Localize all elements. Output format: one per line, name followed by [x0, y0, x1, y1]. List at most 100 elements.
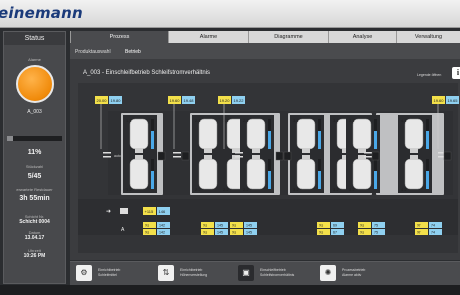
- center-marker: [364, 152, 372, 154]
- level-fill-lower: [318, 171, 321, 189]
- footer-sublabel: Höhenverstellung: [180, 273, 208, 277]
- sliders-icon: ⇅: [158, 265, 174, 281]
- schicht-value: Schicht 0004: [19, 219, 50, 225]
- tab-alarme[interactable]: Alarme: [168, 31, 248, 43]
- footer-sublabel: Schleifstromverhältnis: [260, 273, 295, 277]
- station-id-bottom: 3.2: [349, 187, 355, 192]
- center-marker: [173, 156, 181, 158]
- xs-key: Xs: [360, 224, 364, 228]
- station-id-bottom: 4.2: [401, 187, 407, 192]
- footer-bar: ⚙ Einrichtbetrieb Schleifmittel ⇅ Einrich…: [70, 261, 460, 285]
- station-id: 2.1: [195, 118, 201, 123]
- auto-label: auto: [114, 154, 121, 158]
- sensor-square: [275, 151, 284, 161]
- spinner-icon: ✺: [320, 265, 336, 281]
- lower-tool: [198, 158, 218, 190]
- alarm-indicator[interactable]: [15, 65, 54, 103]
- progress-text: 11%: [27, 149, 42, 156]
- actual-value: 19.48: [184, 98, 195, 103]
- restdauer-value: 3h 55min: [19, 195, 50, 202]
- machine-name: A_003: [27, 109, 42, 115]
- xs-key: Xs: [145, 231, 149, 235]
- center-marker: [364, 156, 372, 158]
- feed-icon: [120, 208, 128, 214]
- sensor-square: [371, 151, 380, 161]
- lower-tool-tip: [410, 155, 418, 159]
- station-id: 3.1: [333, 118, 339, 123]
- feed-arrow-icon: ➜: [106, 208, 111, 215]
- xs-value: 145: [246, 224, 252, 228]
- xs-key: Xs: [319, 224, 323, 228]
- top-bar: einemann: [0, 0, 460, 28]
- xs-key: Xs: [232, 231, 236, 235]
- lower-tool: [404, 158, 424, 190]
- station-id-bottom: 1.2: [126, 187, 132, 192]
- target-value: 19.20: [220, 98, 231, 103]
- alarm-label: Alarme: [28, 57, 41, 62]
- upper-tool: [198, 118, 218, 150]
- xs-value: 145: [217, 231, 223, 235]
- upper-tool-tip: [135, 149, 143, 153]
- progress-fill: [7, 136, 14, 141]
- upper-tool-tip: [410, 149, 418, 153]
- tab-verwaltung[interactable]: Verwaltung: [396, 31, 460, 43]
- center-marker: [103, 156, 111, 158]
- upper-tool: [352, 118, 372, 150]
- center-marker: [235, 156, 243, 158]
- feed-value-b: 146: [159, 209, 166, 214]
- footer-sublabel: Alarme aktiv: [342, 273, 362, 277]
- footer-button-einschleifbetrieb[interactable]: ▣ Einschleifbetrieb Schleifstromverhältni…: [238, 265, 318, 283]
- lower-tool-tip: [135, 155, 143, 159]
- station-id: 4.1: [401, 118, 407, 123]
- xs-key: Xs: [203, 224, 207, 228]
- actual-value: 19.80: [111, 98, 122, 103]
- bottom-strip: [0, 285, 460, 295]
- upper-tool-tip: [302, 149, 310, 153]
- sub-navigation: Produktauswahl Betrieb: [70, 43, 460, 59]
- main-tabs: Prozess Alarme Diagramme Analyse Verwalt…: [70, 31, 460, 43]
- xs-key: Xf: [417, 224, 420, 228]
- stueckzahl-value: 5/45: [27, 173, 42, 180]
- level-fill-upper: [374, 131, 377, 149]
- upper-tool: [296, 118, 316, 150]
- footer-button-einrichtbetrieb-hoehe[interactable]: ⇅ Einrichtbetrieb Höhenverstellung: [158, 265, 238, 283]
- subnav-betrieb[interactable]: Betrieb: [125, 49, 141, 55]
- lower-tool: [246, 158, 266, 190]
- station-id: 1.1: [126, 118, 132, 123]
- level-fill-upper: [268, 131, 271, 149]
- xs-value: 75: [374, 224, 378, 228]
- tab-diagramme[interactable]: Diagramme: [248, 31, 328, 43]
- xs-key: Xf: [417, 231, 420, 235]
- station-id-bottom: 2.2: [243, 187, 249, 192]
- station-id-bottom: 3.2: [333, 187, 339, 192]
- lower-tool-tip: [204, 155, 212, 159]
- station-id: 3.1: [293, 118, 299, 123]
- station-id-bottom: 2.2: [195, 187, 201, 192]
- process-diagram: 1.11.22.12.22.12.23.13.23.13.24.14.22.12…: [78, 83, 459, 253]
- xs-value: 75: [374, 231, 378, 235]
- level-fill-upper: [151, 131, 154, 149]
- stueckzahl-label: Stückzahl: [25, 164, 44, 169]
- level-fill-upper: [318, 131, 321, 149]
- feed-value-a: +115: [145, 209, 154, 214]
- upper-tool: [246, 118, 266, 150]
- status-title: Status: [4, 32, 65, 45]
- tab-prozess[interactable]: Prozess: [70, 31, 168, 43]
- machine-icon: ▣: [238, 265, 254, 281]
- footer-button-einrichtbetrieb-schleifmittel[interactable]: ⚙ Einrichtbetrieb Schleifmittel: [76, 265, 156, 283]
- station-id-bottom: 3.2: [293, 187, 299, 192]
- target-value: 20.00: [97, 98, 108, 103]
- tab-analyse[interactable]: Analyse: [328, 31, 396, 43]
- uhrzeit-value: 10:26 PM: [23, 253, 46, 259]
- process-panel: A_003 - Einschleifbetrieb Schleifstromve…: [70, 59, 460, 260]
- xs-key: Xs: [203, 231, 207, 235]
- xs-key: Xs: [145, 224, 149, 228]
- xs-value: 145: [217, 224, 223, 228]
- subnav-produktauswahl[interactable]: Produktauswahl: [75, 49, 111, 55]
- center-marker: [103, 152, 111, 154]
- xs-value: 74: [431, 224, 435, 228]
- control-band: [78, 199, 458, 235]
- footer-button-prozessbetrieb[interactable]: ✺ Prozessbetrieb Alarme aktiv: [320, 265, 400, 283]
- level-fill-lower: [151, 171, 154, 189]
- center-marker: [235, 152, 243, 154]
